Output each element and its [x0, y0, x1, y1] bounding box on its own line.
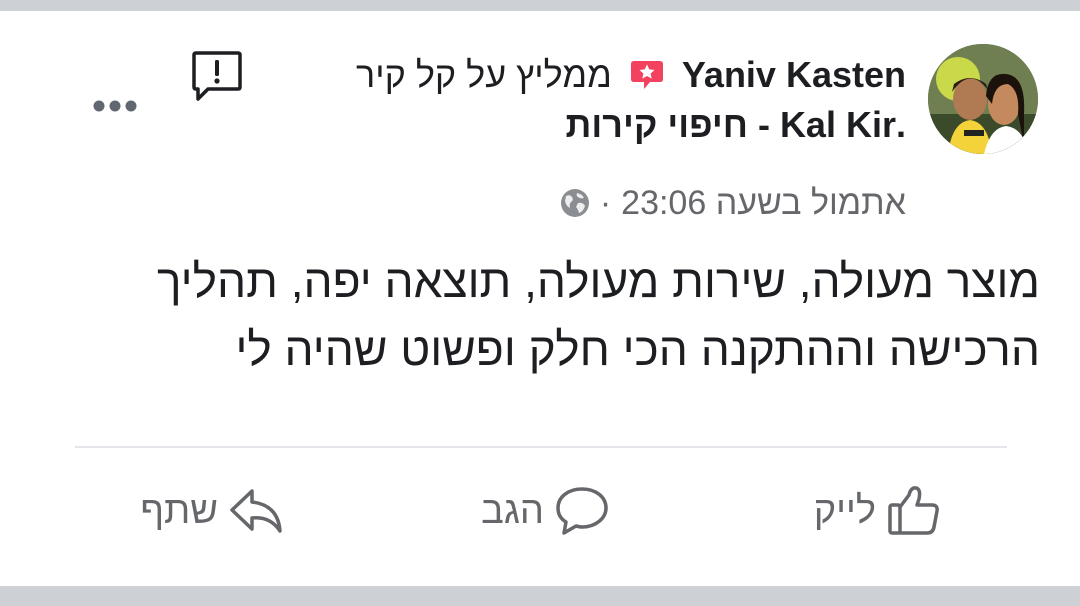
globe-icon — [560, 185, 590, 217]
share-icon — [228, 483, 284, 539]
like-label: לייק — [813, 489, 876, 532]
actions-divider — [75, 446, 1007, 448]
page-name-link[interactable]: .Kal Kir - חיפוי קירות — [566, 104, 906, 145]
post-header: Yaniv Kasten ממליץ על קל קיר .Kal Kir - … — [286, 49, 906, 149]
recommend-star-icon — [630, 53, 664, 89]
share-label: שתף — [140, 489, 218, 532]
recommend-text: ממליץ על קל קיר — [356, 54, 612, 95]
share-button[interactable]: שתף — [140, 483, 284, 539]
header-line-2: .Kal Kir - חיפוי קירות — [286, 101, 906, 149]
review-text: מוצר מעולה, שירות מעולה, תוצאה יפה, תהלי… — [157, 255, 1040, 375]
review-post-card: Yaniv Kasten ממליץ על קל קיר .Kal Kir - … — [0, 11, 1080, 586]
avatar-photo — [928, 44, 1038, 154]
more-options-icon[interactable] — [92, 99, 138, 113]
comment-button[interactable]: הגב — [481, 483, 610, 539]
author-name[interactable]: Yaniv Kasten — [682, 54, 906, 95]
author-avatar[interactable] — [928, 44, 1038, 154]
like-button[interactable]: לייק — [814, 483, 942, 539]
meta-separator: · — [599, 184, 612, 222]
post-timestamp[interactable]: אתמול בשעה 23:06 — [621, 184, 906, 222]
comment-icon — [554, 483, 610, 539]
comment-label: הגב — [481, 489, 544, 532]
post-meta: אתמול בשעה 23:06· — [560, 181, 906, 225]
header-line-1: Yaniv Kasten ממליץ על קל קיר — [286, 49, 906, 101]
like-icon — [886, 483, 942, 539]
report-icon[interactable] — [190, 49, 244, 105]
